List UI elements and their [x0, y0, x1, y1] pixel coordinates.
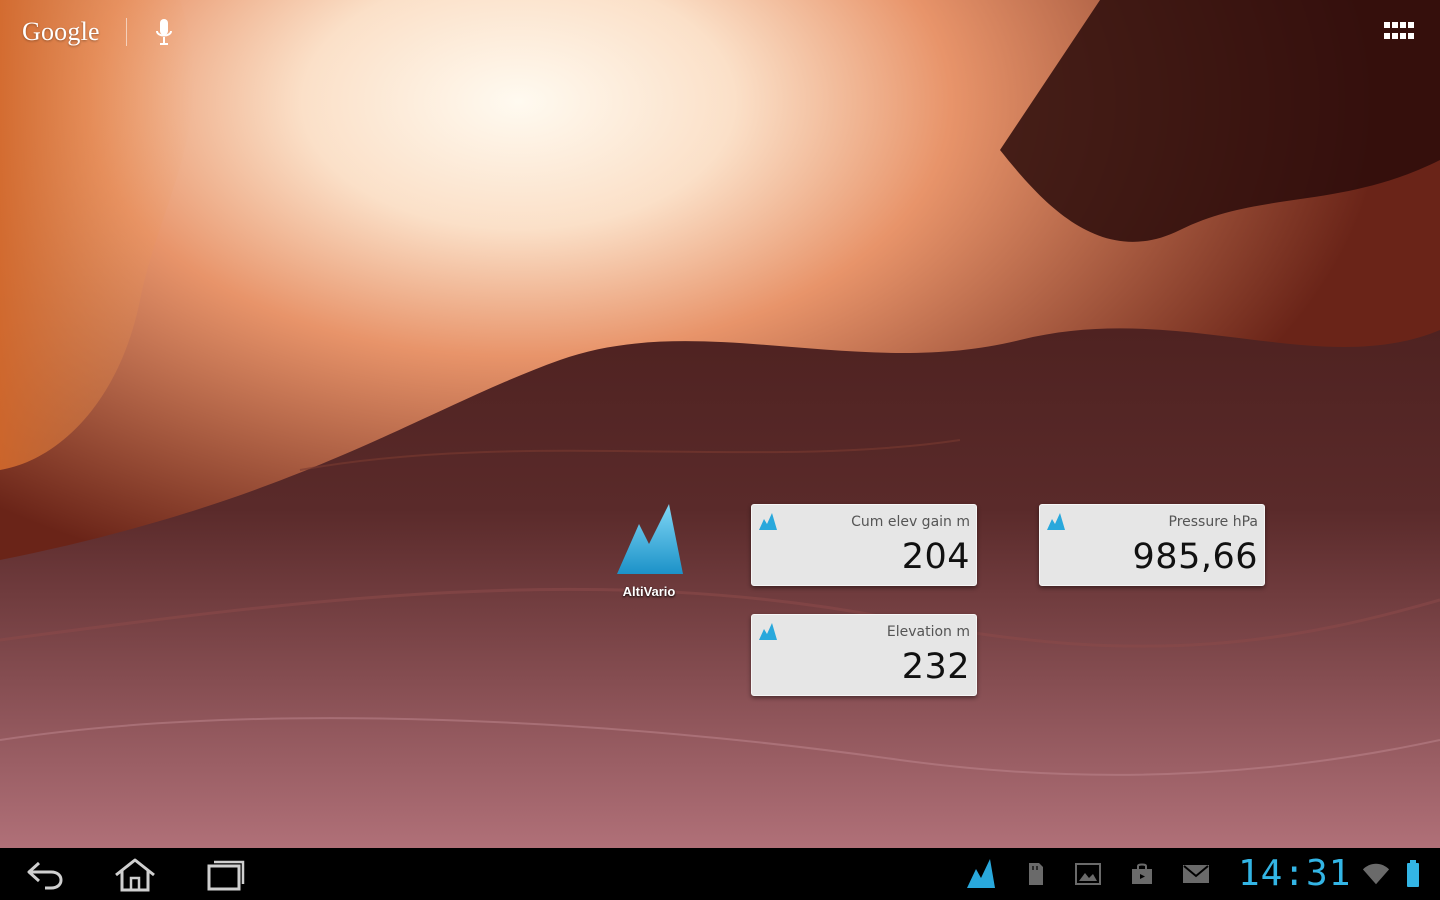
- mic-icon[interactable]: [153, 17, 175, 47]
- back-icon[interactable]: [22, 856, 68, 894]
- widget-value: 204: [901, 537, 970, 577]
- widget-cum-elev-gain[interactable]: Cum elev gain m 204: [751, 504, 977, 586]
- battery-icon[interactable]: [1402, 860, 1424, 888]
- recent-apps-icon[interactable]: [202, 856, 248, 894]
- widget-value: 985,66: [1132, 537, 1258, 577]
- widget-value: 232: [901, 647, 970, 687]
- home-icon[interactable]: [112, 856, 158, 894]
- altivario-mountain-icon: [759, 623, 777, 640]
- widget-label: Pressure hPa: [1168, 514, 1259, 530]
- gmail-icon[interactable]: [1182, 860, 1210, 888]
- apps-grid-icon[interactable]: [1384, 22, 1416, 44]
- google-search-bar[interactable]: Google: [22, 14, 175, 50]
- shopping-bag-icon[interactable]: [1128, 860, 1156, 888]
- picture-icon[interactable]: [1074, 860, 1102, 888]
- sd-card-icon[interactable]: [1022, 860, 1050, 888]
- widget-label: Cum elev gain m: [851, 514, 970, 530]
- wifi-icon[interactable]: [1362, 860, 1390, 888]
- altivario-mountain-icon: [617, 504, 683, 574]
- altivario-notification-icon[interactable]: [964, 856, 998, 890]
- clock[interactable]: 14:31: [1238, 853, 1351, 894]
- altivario-mountain-icon: [1047, 513, 1065, 530]
- altivario-shortcut[interactable]: AltiVario: [600, 500, 698, 604]
- widget-label: Elevation m: [886, 624, 970, 640]
- system-bar: 14:31: [0, 848, 1440, 900]
- widget-pressure[interactable]: Pressure hPa 985,66: [1039, 504, 1265, 586]
- widget-elevation[interactable]: Elevation m 232: [751, 614, 977, 696]
- google-logo[interactable]: Google: [22, 17, 100, 47]
- search-divider: [125, 18, 127, 46]
- altivario-mountain-icon: [759, 513, 777, 530]
- wallpaper: [0, 0, 1440, 848]
- altivario-label: AltiVario: [622, 584, 676, 599]
